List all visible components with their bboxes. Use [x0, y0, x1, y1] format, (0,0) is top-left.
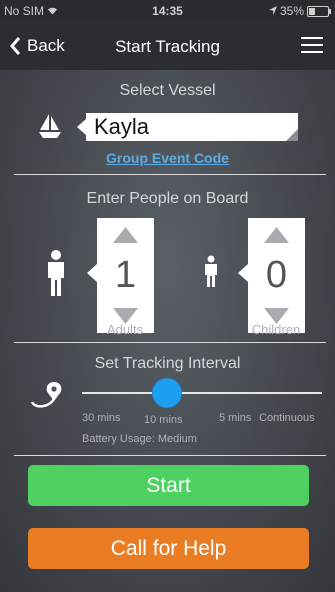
tracking-interval-slider-track[interactable]	[82, 392, 322, 394]
children-count: 0	[265, 254, 288, 296]
interval-option-30-mins: 30 mins	[82, 412, 121, 424]
children-label: Children	[251, 322, 301, 337]
sailboat-icon	[38, 113, 62, 144]
location-pin-path-icon	[30, 380, 66, 413]
adults-count: 1	[114, 254, 137, 296]
status-right: 35%	[268, 4, 331, 18]
adults-stepper: 1	[87, 218, 154, 333]
dropdown-corner-icon	[286, 129, 298, 141]
start-button[interactable]: Start	[28, 465, 309, 506]
navigation-bar: Back Start Tracking	[0, 22, 335, 70]
tracking-interval-heading: Set Tracking Interval	[94, 355, 241, 372]
vessel-selected-name: Kayla	[94, 114, 150, 139]
increment-children-button[interactable]	[264, 227, 289, 243]
battery-fill	[309, 7, 315, 15]
divider	[14, 455, 326, 456]
increment-adults-button[interactable]	[113, 227, 138, 243]
interval-option-5-mins: 5 mins	[219, 412, 252, 424]
status-bar: No SIM 14:35 35%	[0, 0, 335, 22]
interval-option-10-mins: 10 mins	[144, 414, 183, 426]
tracking-interval-slider-thumb[interactable]	[152, 378, 182, 408]
divider	[14, 342, 326, 343]
divider	[14, 174, 326, 175]
hamburger-menu-icon[interactable]	[301, 36, 323, 59]
people-on-board-heading: Enter People on Board	[86, 190, 249, 207]
page-title: Start Tracking	[115, 37, 220, 56]
select-vessel-heading: Select Vessel	[119, 82, 216, 99]
vessel-select-field[interactable]: Kayla	[77, 113, 298, 141]
battery-usage-text: Battery Usage: Medium	[82, 433, 197, 445]
battery-icon	[307, 5, 331, 17]
interval-option-continuous: Continuous	[259, 412, 315, 424]
adults-label: Adults	[106, 322, 144, 337]
location-arrow-icon	[268, 4, 277, 18]
adult-person-icon	[45, 250, 67, 301]
child-person-icon	[203, 255, 219, 292]
group-event-code-link[interactable]: Group Event Code	[0, 150, 335, 166]
start-tracking-screen: No SIM 14:35 35% Back Start Tracking Sel…	[0, 0, 335, 592]
call-for-help-button[interactable]: Call for Help	[28, 528, 309, 569]
battery-percent: 35%	[279, 4, 304, 18]
children-stepper: 0	[238, 218, 305, 333]
